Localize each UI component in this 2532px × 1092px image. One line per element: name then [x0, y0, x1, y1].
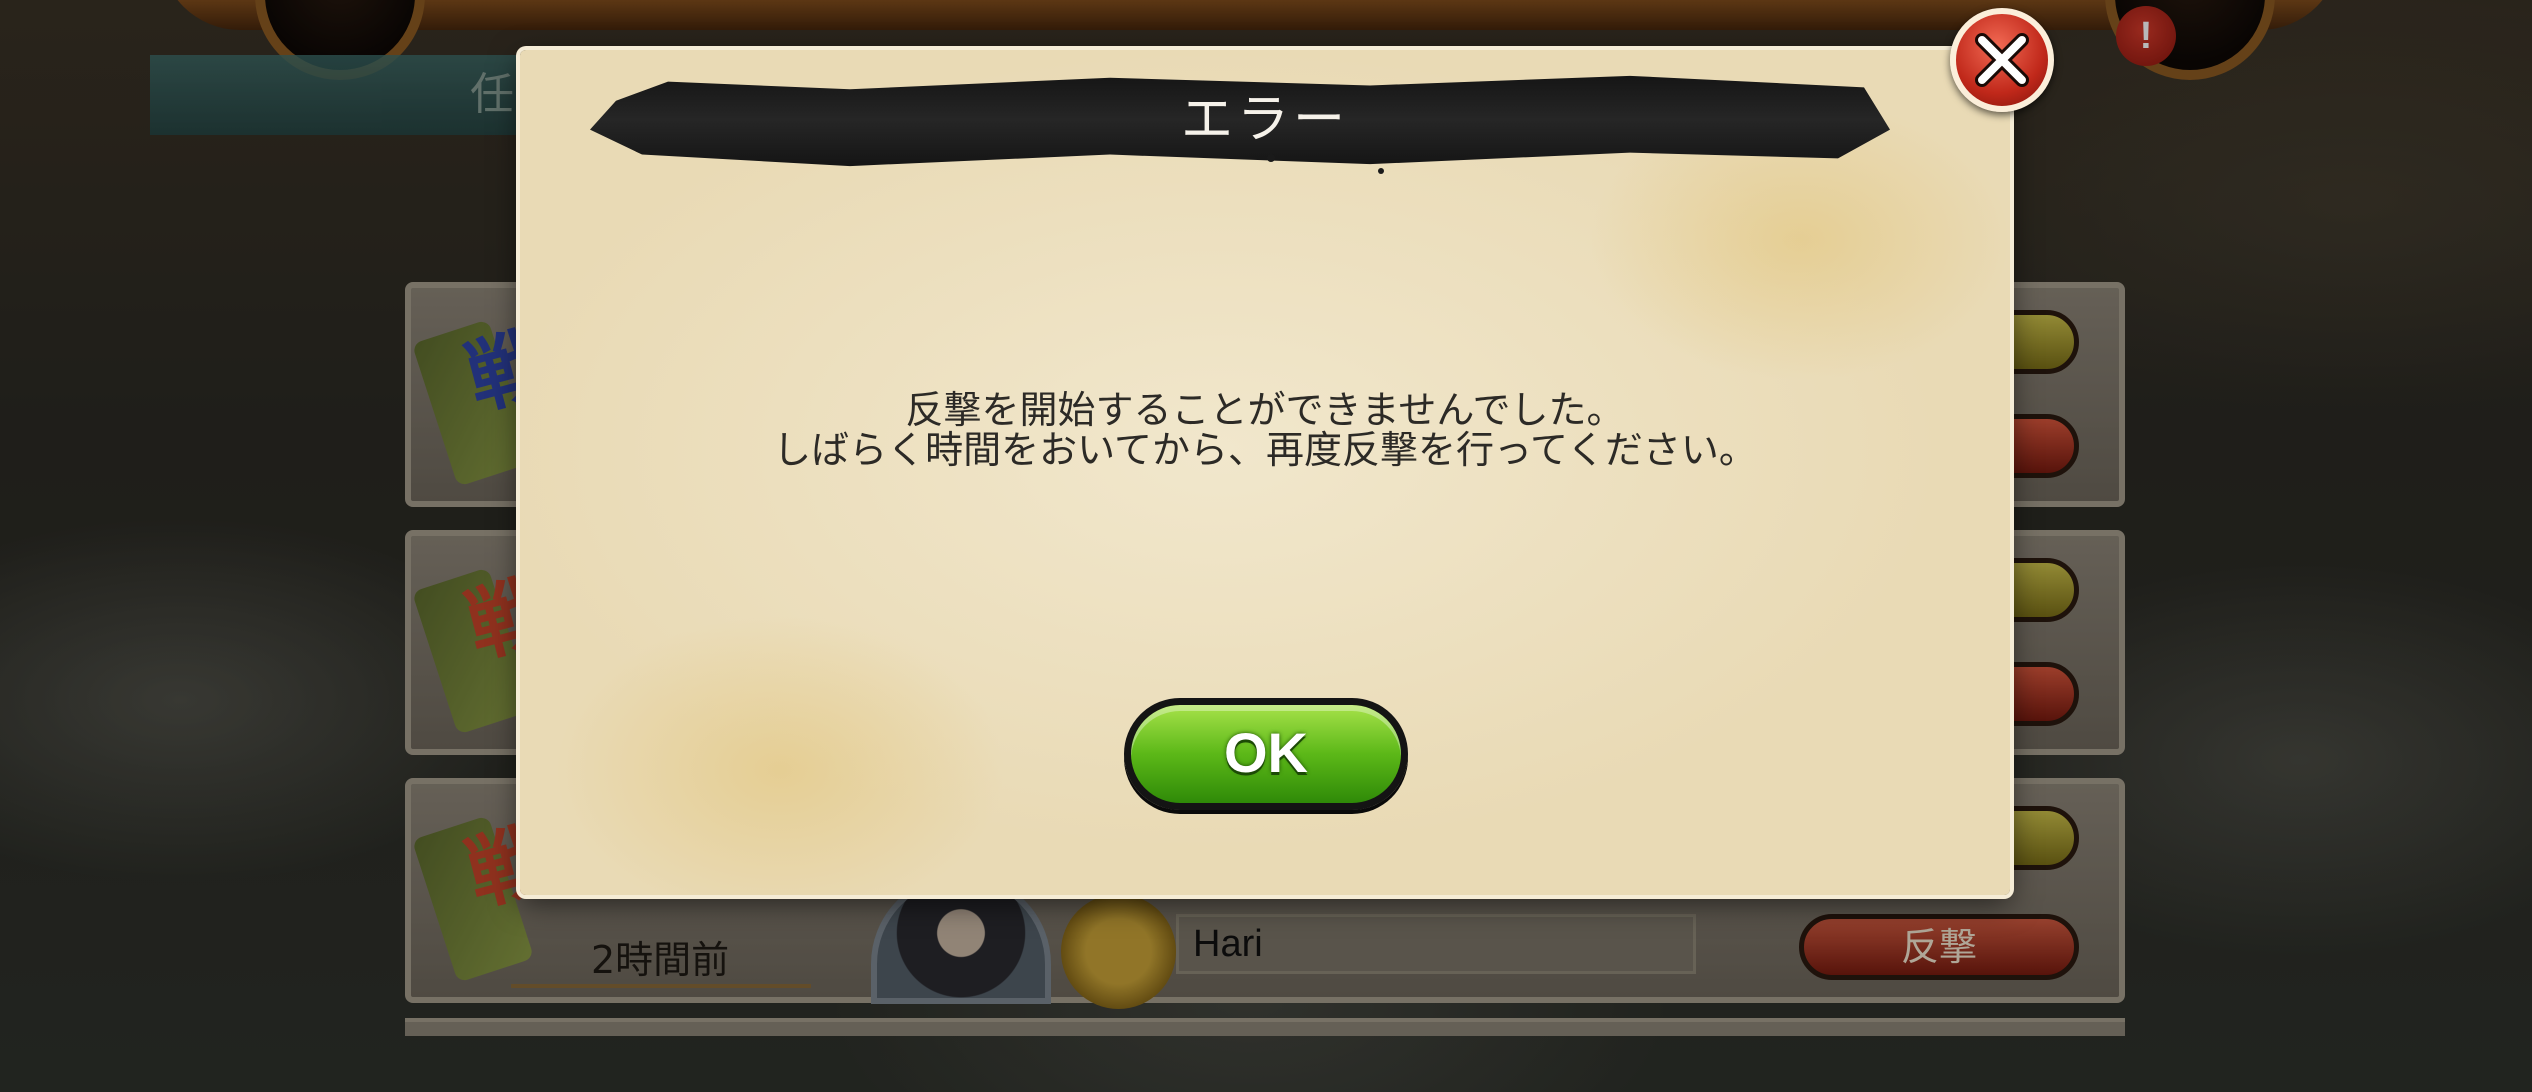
error-message-line-1: 反撃を開始することができませんでした。	[905, 388, 1625, 432]
dialog-title: エラー	[1180, 90, 1349, 150]
close-x-icon	[1975, 33, 2029, 87]
error-dialog: エラー 反撃を開始することができませんでした。 しばらく時間をおいてから、再度反…	[520, 50, 2010, 895]
close-button[interactable]	[1950, 8, 2054, 112]
ink-dot	[1378, 168, 1384, 174]
error-message: 反撃を開始することができませんでした。 しばらく時間をおいてから、再度反撃を行っ…	[520, 390, 2010, 470]
error-message-line-2: しばらく時間をおいてから、再度反撃を行ってください。	[773, 428, 1757, 472]
ok-button[interactable]: OK	[1124, 698, 1408, 810]
